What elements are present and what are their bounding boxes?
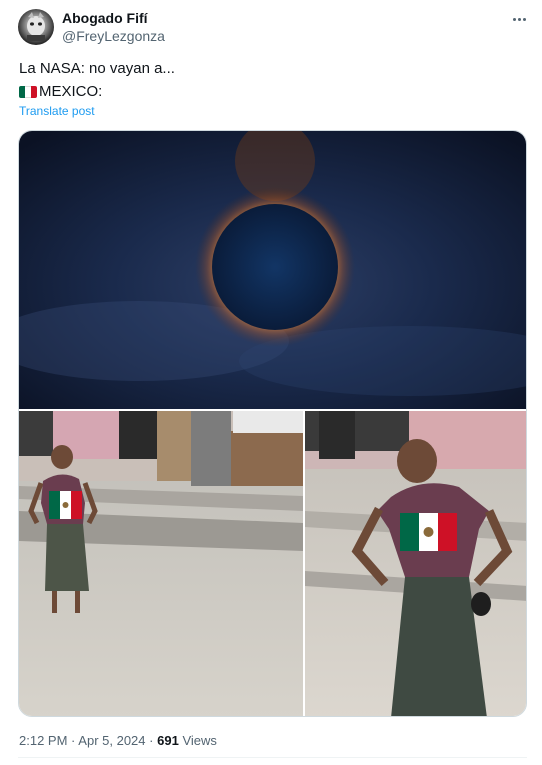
divider	[18, 757, 527, 758]
post-media[interactable]	[18, 130, 527, 717]
post-text-mexico: MEXICO:	[39, 83, 103, 100]
author-handle[interactable]: @FreyLezgonza	[62, 28, 165, 44]
post-metadata: 2:12 PM · Apr 5, 2024 · 691 Views	[19, 733, 217, 748]
woman-photo-left	[19, 411, 303, 716]
separator: ·	[71, 733, 76, 748]
woman-photo-right	[305, 411, 526, 716]
views-label: Views	[182, 733, 217, 748]
translate-post-link[interactable]: Translate post	[19, 104, 95, 118]
post-date[interactable]: Apr 5, 2024	[78, 733, 145, 748]
more-options-button[interactable]	[508, 10, 530, 28]
mexico-flag-icon	[19, 85, 37, 98]
post-time[interactable]: 2:12 PM	[19, 733, 67, 748]
more-horizontal-icon	[512, 17, 516, 21]
tweet: Abogado Fifí @FreyLezgonza La NASA: no v…	[0, 0, 542, 765]
views-count: 691	[157, 733, 179, 748]
author-display-name[interactable]: Abogado Fifí	[62, 10, 148, 26]
eclipse-image	[19, 131, 526, 410]
post-text-line-2: MEXICO:	[19, 83, 102, 100]
separator: ·	[149, 733, 154, 748]
post-text-line-1: La NASA: no vayan a...	[19, 60, 175, 77]
avatar[interactable]	[18, 9, 54, 45]
